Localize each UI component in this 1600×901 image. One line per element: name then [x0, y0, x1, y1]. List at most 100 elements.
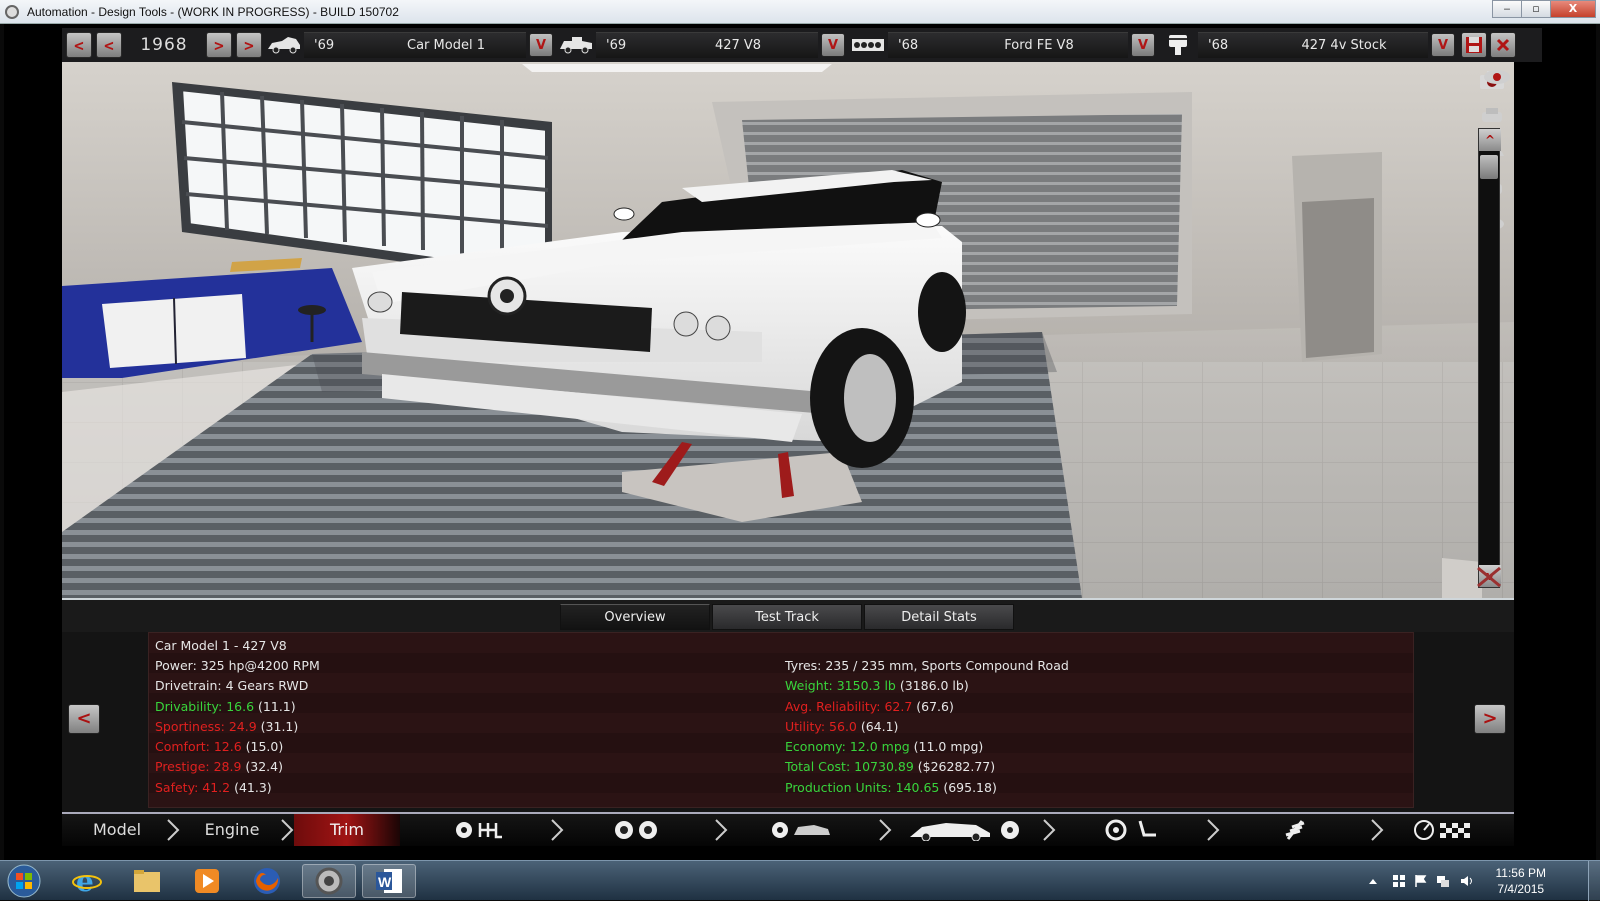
stats-content: Car Model 1 - 427 V8 Power: 325 hp@4200 …	[148, 632, 1414, 808]
chevron-right-icon	[715, 819, 728, 841]
stat-weight: Weight: 3150.3 lb (3186.0 lb)	[785, 678, 969, 693]
clock-time: 11:56 PM	[1495, 866, 1546, 880]
car-model-dropdown-button[interactable]: V	[529, 33, 553, 57]
stat-drivetrain: Drivetrain: 4 Gears RWD	[155, 678, 309, 693]
minimize-button[interactable]: ‒	[1492, 0, 1522, 18]
automation-app-icon	[315, 867, 343, 895]
start-button[interactable]	[2, 864, 46, 898]
word-icon: W	[376, 869, 402, 893]
engine-variant-field[interactable]: '68 427 4v Stock	[1198, 32, 1428, 58]
stat-sportiness: Sportiness: 24.9 (31.1)	[155, 719, 299, 734]
garage-scene	[62, 62, 1514, 598]
chevron-right-icon	[1207, 819, 1220, 841]
close-project-button[interactable]	[1490, 32, 1516, 58]
3d-viewport[interactable]	[62, 62, 1514, 598]
stat-total-cost: Total Cost: 10730.89 ($26282.77)	[785, 759, 996, 774]
engine-family-year: '68	[898, 38, 919, 53]
svg-text:e: e	[76, 866, 94, 896]
stat-production-units: Production Units: 140.65 (695.18)	[785, 780, 997, 795]
cross-icon	[1477, 566, 1501, 588]
car-model-name: Car Model 1	[407, 38, 485, 53]
scroll-thumb[interactable]	[1480, 155, 1498, 179]
engine-variant-dropdown-button[interactable]: V	[1431, 33, 1455, 57]
nav-wheels-tab[interactable]	[564, 814, 714, 846]
save-button[interactable]	[1461, 32, 1487, 58]
design-stage-nav: Model Engine Trim	[62, 812, 1514, 846]
stat-reliability: Avg. Reliability: 62.7 (67.6)	[785, 699, 954, 714]
stats-next-button[interactable]: >	[1474, 704, 1506, 734]
taskbar-firefox[interactable]	[240, 864, 294, 898]
year-next-fast-button[interactable]: >	[236, 32, 262, 58]
stat-prestige: Prestige: 28.9 (32.4)	[155, 759, 283, 774]
nav-tuning-tab[interactable]	[1220, 814, 1370, 846]
nav-suspension-tab[interactable]	[728, 814, 878, 846]
chevron-right-icon	[879, 819, 892, 841]
chevron-right-icon	[167, 819, 180, 841]
stats-prev-button[interactable]: <	[68, 704, 100, 734]
nav-engine-tab[interactable]: Engine	[180, 814, 284, 846]
chevron-right-icon	[1371, 819, 1384, 841]
engine-year: '69	[606, 38, 627, 53]
show-desktop-button[interactable]	[1588, 861, 1600, 901]
year-display: 1968	[140, 35, 188, 55]
engine-family-name: Ford FE V8	[1004, 38, 1074, 53]
tab-detail-stats[interactable]: Detail Stats	[864, 604, 1014, 630]
action-center-flag-icon[interactable]	[1414, 874, 1428, 888]
stat-power: Power: 325 hp@4200 RPM	[155, 658, 320, 673]
firefox-icon	[254, 868, 280, 894]
taskbar-automation-game[interactable]	[302, 864, 356, 898]
car-model-field[interactable]: '69 Car Model 1	[304, 32, 526, 58]
show-hidden-icons-icon[interactable]	[1366, 874, 1380, 888]
media-player-icon	[195, 869, 219, 893]
stat-utility: Utility: 56.0 (64.1)	[785, 719, 899, 734]
eye-icon	[1484, 70, 1510, 84]
engine-family-selector: '68 Ford FE V8 V	[848, 28, 1158, 62]
taskbar-internet-explorer[interactable]: e	[60, 864, 114, 898]
nav-model-tab[interactable]: Model	[62, 814, 172, 846]
taskbar-word[interactable]: W	[362, 864, 416, 898]
engine-field[interactable]: '69 427 V8	[596, 32, 818, 58]
stats-panel: < > Car Model 1 - 427 V8 Power: 325 hp@4…	[62, 632, 1514, 812]
engine-family-field[interactable]: '68 Ford FE V8	[888, 32, 1128, 58]
chevron-right-icon	[551, 819, 564, 841]
engine-family-dropdown-button[interactable]: V	[1131, 33, 1155, 57]
window-controls: ‒ ▫ X	[1492, 0, 1596, 18]
taskbar-clock[interactable]: 11:56 PM 7/4/2015	[1496, 865, 1546, 897]
stat-economy: Economy: 12.0 mpg (11.0 mpg)	[785, 739, 984, 754]
year-prev-button[interactable]: <	[96, 32, 122, 58]
windows-flag-tray-icon[interactable]	[1392, 874, 1406, 888]
windows-logo-icon	[7, 864, 41, 898]
engine-dropdown-button[interactable]: V	[821, 33, 845, 57]
steering-seat-icon	[1105, 819, 1156, 841]
svg-text:W: W	[378, 874, 392, 890]
stat-comfort: Comfort: 12.6 (15.0)	[155, 739, 284, 754]
visibility-toggle[interactable]	[1482, 68, 1512, 90]
car-front-view-icon[interactable]	[1478, 106, 1506, 126]
network-icon[interactable]	[1436, 874, 1450, 888]
volume-icon[interactable]	[1460, 874, 1474, 888]
nav-interior-tab[interactable]	[1056, 814, 1206, 846]
year-prev-fast-button[interactable]: <	[66, 32, 92, 58]
taskbar-file-explorer[interactable]	[120, 864, 174, 898]
engine-selector: '69 427 V8 V	[556, 28, 848, 62]
nav-testing-tab[interactable]	[1384, 814, 1514, 846]
tab-overview[interactable]: Overview	[560, 604, 710, 630]
close-window-button[interactable]: X	[1550, 0, 1596, 18]
nav-aero-tab[interactable]	[892, 814, 1042, 846]
nav-gearbox-tab[interactable]	[400, 814, 550, 846]
save-icon	[1466, 37, 1482, 53]
window-title-bar: Automation - Design Tools - (WORK IN PRO…	[0, 0, 1600, 24]
view-scrollbar[interactable]: ^ v	[1478, 128, 1501, 588]
year-next-button[interactable]: >	[206, 32, 232, 58]
reset-view-button[interactable]	[1474, 564, 1504, 594]
engine-variant-name: 427 4v Stock	[1301, 38, 1387, 53]
clock-date: 7/4/2015	[1497, 882, 1545, 896]
nav-trim-tab[interactable]: Trim	[294, 814, 400, 846]
tab-test-track[interactable]: Test Track	[712, 604, 862, 630]
engine-variant-year: '68	[1208, 38, 1229, 53]
app-area: < < 1968 > > '69 Car Model 1 V '69 427 V…	[4, 24, 1596, 860]
scroll-up-button[interactable]: ^	[1479, 129, 1501, 151]
taskbar-media-player[interactable]	[180, 864, 234, 898]
maximize-button[interactable]: ▫	[1521, 0, 1551, 18]
chevron-right-icon	[281, 819, 294, 841]
